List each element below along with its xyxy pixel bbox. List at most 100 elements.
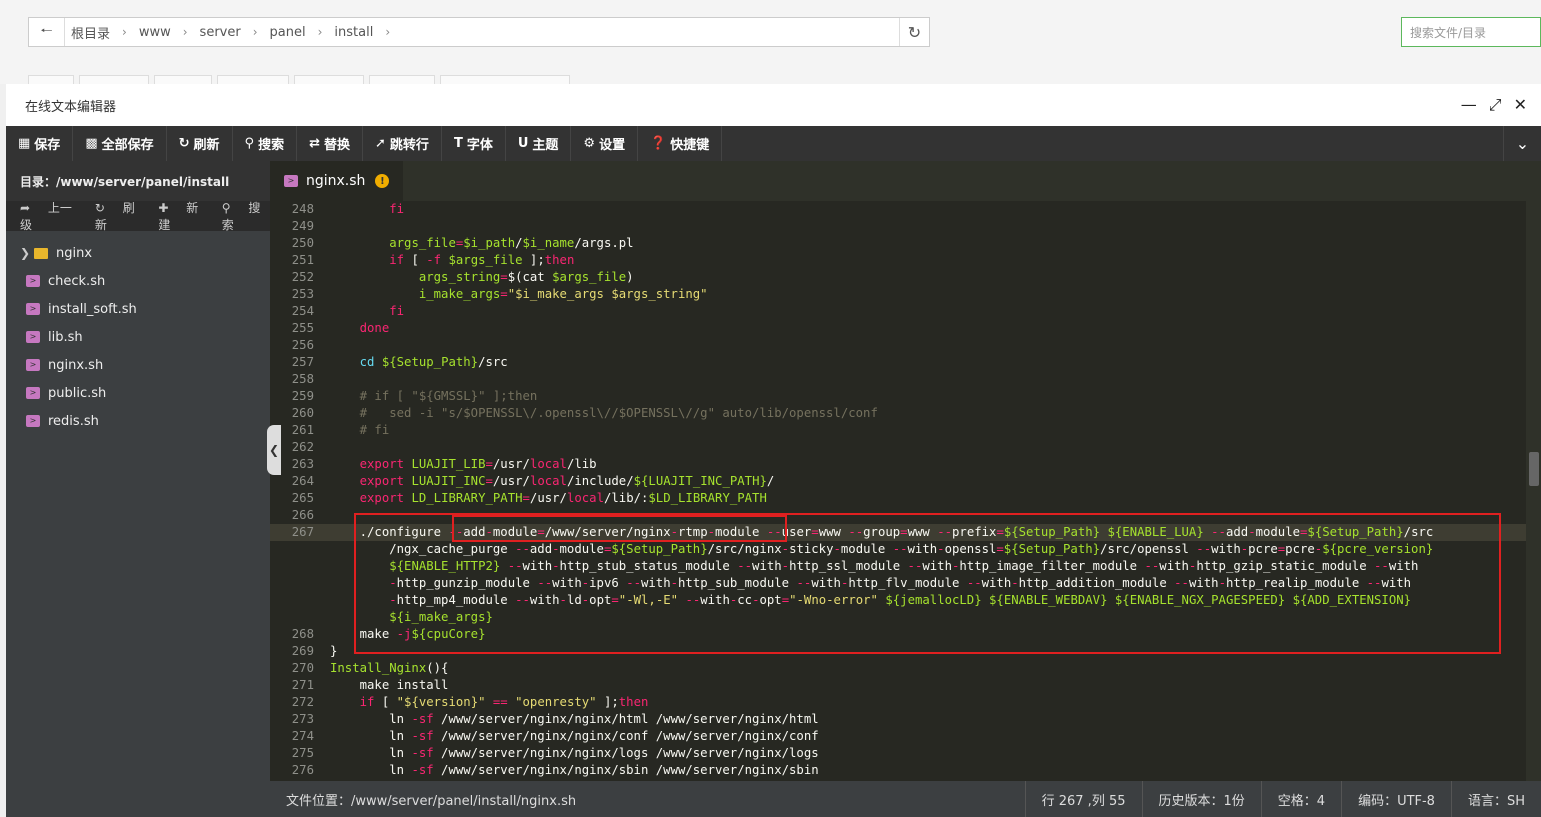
sidebar-refresh-label: 刷新 bbox=[94, 201, 135, 232]
search-button[interactable]: ⚲ 搜索 bbox=[233, 126, 298, 161]
chevron-down-icon: ⌄ bbox=[1515, 134, 1530, 153]
sidebar-collapse-handle[interactable]: ❮ bbox=[267, 425, 281, 475]
tab-label: nginx.sh bbox=[306, 173, 366, 189]
tree-item-check[interactable]: > check.sh bbox=[6, 267, 270, 295]
save-button[interactable]: ▦ 保存 bbox=[6, 126, 74, 161]
terminal-file-icon: > bbox=[284, 175, 298, 187]
theme-button[interactable]: U 主题 bbox=[506, 126, 572, 161]
replace-label: 替换 bbox=[324, 138, 351, 153]
refresh-icon: ↻ bbox=[907, 22, 922, 42]
chevron-right-icon: › bbox=[252, 25, 258, 39]
scrollbar-thumb[interactable] bbox=[1529, 452, 1539, 486]
breadcrumb-root[interactable]: 根目录 bbox=[71, 23, 110, 42]
refresh-icon: ↻ bbox=[178, 136, 190, 151]
up-label: 上一级 bbox=[20, 201, 72, 232]
minimize-icon[interactable]: — bbox=[1461, 95, 1477, 115]
toolbar-collapse-button[interactable]: ⌄ bbox=[1503, 126, 1541, 161]
settings-label: 设置 bbox=[599, 138, 626, 153]
save-icon: ▦ bbox=[18, 136, 31, 151]
tab-nginx-sh[interactable]: > nginx.sh ! bbox=[270, 161, 404, 201]
search-icon: ⚲ bbox=[244, 136, 255, 151]
editor-toolbar: ▦ 保存 ▩ 全部保存 ↻ 刷新 ⚲ 搜索 ⇄ 替换 ➚ 跳转行 T 字体 U 主题 ⚙ 设置 ❓… bbox=[6, 126, 1541, 161]
breadcrumb-www[interactable]: www bbox=[139, 25, 171, 40]
refresh-button[interactable]: ↻ 刷新 bbox=[167, 126, 233, 161]
status-spaces[interactable]: 空格：4 bbox=[1260, 781, 1341, 817]
tree-item-nginx[interactable]: ❯ nginx bbox=[6, 239, 270, 267]
terminal-file-icon: > bbox=[26, 359, 40, 371]
editor-window: 在线文本编辑器 — ⤢ ✕ ▦ 保存 ▩ 全部保存 ↻ 刷新 ⚲ 搜索 ⇄ 替换 ➚ 跳转行… bbox=[6, 84, 1541, 817]
file-icon: ▩ bbox=[85, 136, 98, 151]
breadcrumb-install[interactable]: install bbox=[334, 25, 373, 40]
chevron-right-icon: ❯ bbox=[20, 246, 31, 260]
tree-item-nginx-sh[interactable]: > nginx.sh bbox=[6, 351, 270, 379]
help-icon: ❓ bbox=[650, 136, 667, 151]
code-editor[interactable]: > nginx.sh ! 248 fi 249 250 args_file=$i… bbox=[270, 161, 1541, 781]
goto-icon: ➚ bbox=[375, 136, 386, 151]
save-all-label: 全部保存 bbox=[101, 138, 154, 153]
breadcrumb: 根目录 › www › server › panel › install › bbox=[65, 18, 899, 46]
tree-item-label: install_soft.sh bbox=[48, 301, 137, 317]
status-cursor-position[interactable]: 行 267 ,列 55 bbox=[1024, 781, 1142, 817]
editor-tabs: > nginx.sh ! bbox=[270, 161, 1541, 201]
chevron-right-icon: › bbox=[182, 25, 188, 39]
maximize-icon[interactable]: ⤢ bbox=[1489, 95, 1502, 115]
theme-icon: U bbox=[517, 136, 529, 151]
file-tree-sidebar: 目录：/www/server/panel/install ➦ 上一级 ↻ 刷新 … bbox=[6, 161, 270, 817]
new-button[interactable]: ✚ 新建 bbox=[158, 199, 207, 233]
save-label: 保存 bbox=[34, 138, 61, 153]
up-level-button[interactable]: ➦ 上一级 bbox=[20, 199, 81, 233]
font-icon: T bbox=[453, 136, 463, 151]
font-button[interactable]: T 字体 bbox=[442, 126, 506, 161]
status-bar: 文件位置：/www/server/panel/install/nginx.sh … bbox=[270, 781, 1541, 817]
status-file-path: 文件位置：/www/server/panel/install/nginx.sh bbox=[286, 793, 577, 809]
status-history[interactable]: 历史版本：1份 bbox=[1141, 781, 1261, 817]
vertical-scrollbar[interactable] bbox=[1526, 201, 1541, 781]
terminal-file-icon: > bbox=[26, 387, 40, 399]
refresh-label: 刷新 bbox=[193, 138, 220, 153]
sidebar-refresh-button[interactable]: ↻ 刷新 bbox=[95, 199, 144, 233]
terminal-file-icon: > bbox=[26, 415, 40, 427]
font-label: 字体 bbox=[466, 138, 493, 153]
chevron-right-icon: › bbox=[317, 25, 323, 39]
tree-item-label: nginx bbox=[56, 245, 93, 261]
sidebar-toolbar: ➦ 上一级 ↻ 刷新 ✚ 新建 ⚲ 搜索 bbox=[6, 199, 270, 233]
settings-button[interactable]: ⚙ 设置 bbox=[571, 126, 639, 161]
tree-item-label: public.sh bbox=[48, 385, 107, 401]
terminal-file-icon: > bbox=[26, 275, 40, 287]
address-bar: 🠐 根目录 › www › server › panel › install › ↻ bbox=[28, 17, 930, 47]
background-buttons bbox=[28, 75, 570, 84]
breadcrumb-panel[interactable]: panel bbox=[270, 25, 306, 40]
close-icon[interactable]: ✕ bbox=[1514, 95, 1527, 115]
code-area[interactable]: 248 fi 249 250 args_file=$i_path/$i_name… bbox=[270, 201, 1526, 781]
window-title-bar: 在线文本编辑器 — ⤢ ✕ bbox=[6, 84, 1541, 126]
refresh-path-button[interactable]: ↻ bbox=[899, 18, 929, 46]
new-label: 新建 bbox=[158, 201, 199, 232]
gear-icon: ⚙ bbox=[583, 136, 596, 151]
goto-line-button[interactable]: ➚ 跳转行 bbox=[363, 126, 442, 161]
status-language[interactable]: 语言：SH bbox=[1450, 781, 1541, 817]
save-all-button[interactable]: ▩ 全部保存 bbox=[73, 126, 167, 161]
window-title: 在线文本编辑器 bbox=[25, 99, 117, 115]
warning-icon: ! bbox=[375, 174, 390, 188]
tree-item-redis[interactable]: > redis.sh bbox=[6, 407, 270, 435]
shortcuts-label: 快捷键 bbox=[670, 138, 710, 153]
replace-button[interactable]: ⇄ 替换 bbox=[297, 126, 364, 161]
chevron-left-icon: ❮ bbox=[268, 443, 280, 457]
goto-line-label: 跳转行 bbox=[389, 138, 429, 153]
back-button[interactable]: 🠐 bbox=[29, 18, 65, 46]
status-encoding[interactable]: 编码：UTF-8 bbox=[1341, 781, 1451, 817]
shortcuts-button[interactable]: ❓ 快捷键 bbox=[638, 126, 723, 161]
theme-label: 主题 bbox=[532, 138, 559, 153]
sidebar-search-label: 搜索 bbox=[221, 201, 261, 232]
tree-item-install-soft[interactable]: > install_soft.sh bbox=[6, 295, 270, 323]
tree-item-label: check.sh bbox=[48, 273, 106, 289]
arrow-left-icon: 🠐 bbox=[40, 23, 53, 39]
breadcrumb-server[interactable]: server bbox=[200, 25, 241, 40]
tree-item-label: redis.sh bbox=[48, 413, 99, 429]
folder-icon bbox=[34, 247, 48, 259]
sidebar-search-button[interactable]: ⚲ 搜索 bbox=[222, 199, 270, 233]
file-search-input[interactable]: 搜索文件/目录 bbox=[1401, 17, 1541, 47]
replace-icon: ⇄ bbox=[309, 136, 320, 151]
tree-item-public[interactable]: > public.sh bbox=[6, 379, 270, 407]
tree-item-lib[interactable]: > lib.sh bbox=[6, 323, 270, 351]
